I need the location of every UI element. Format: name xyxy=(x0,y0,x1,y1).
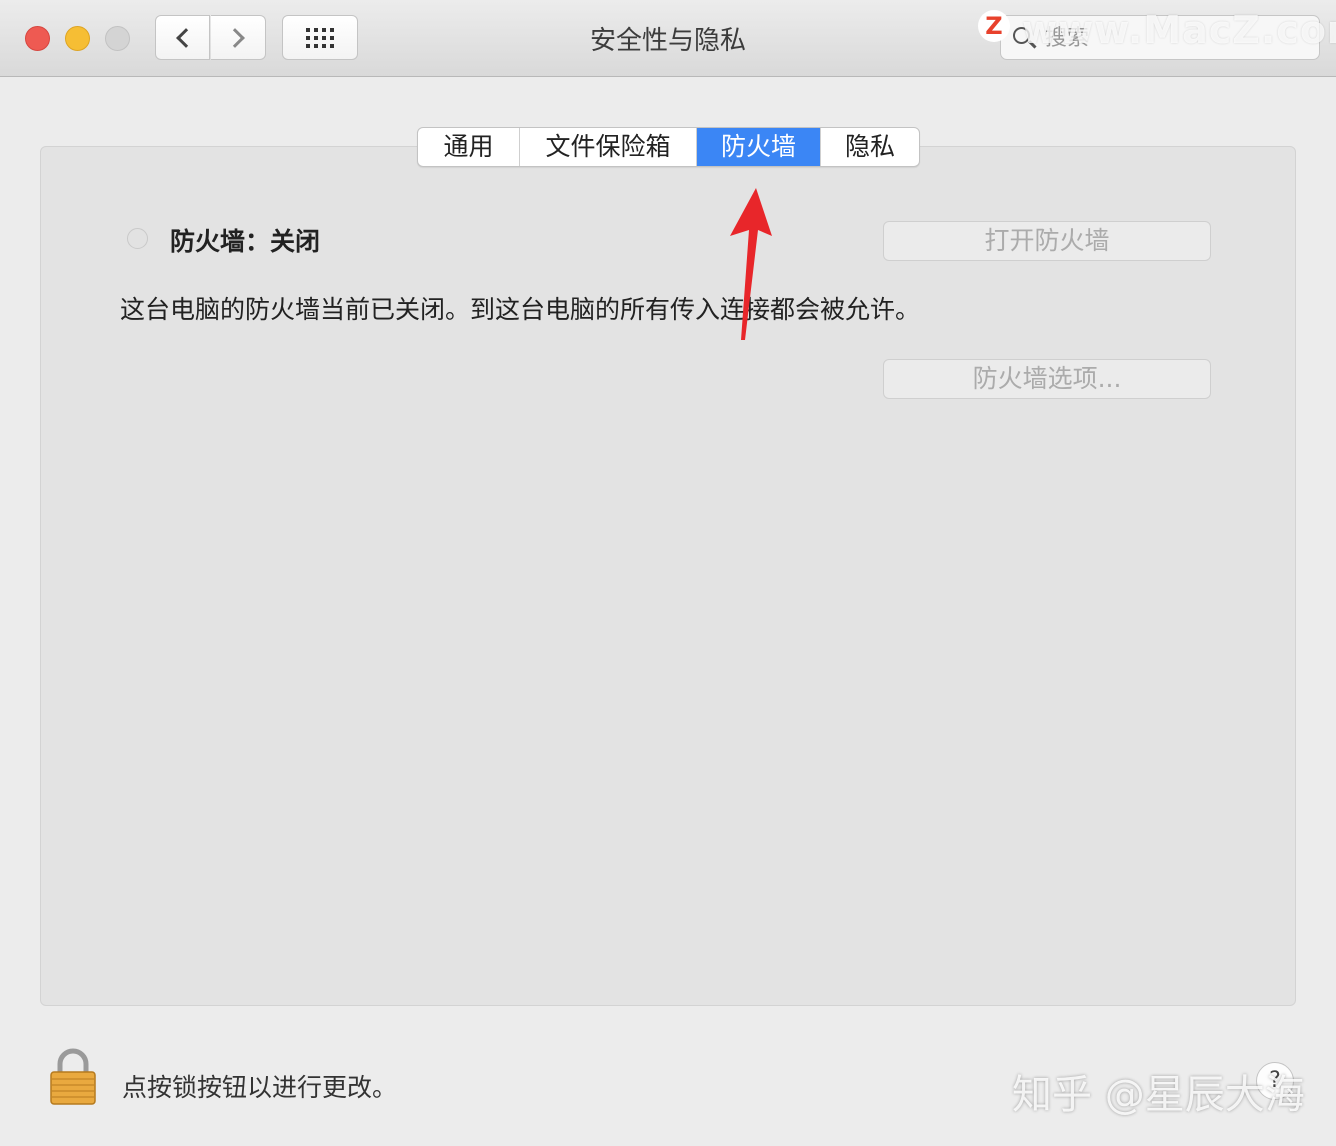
close-window-button[interactable] xyxy=(25,26,50,51)
firewall-description: 这台电脑的防火墙当前已关闭。到这台电脑的所有传入连接都会被允许。 xyxy=(120,295,921,324)
turn-on-firewall-button[interactable]: 打开防火墙 xyxy=(883,221,1211,261)
lock-hint-text: 点按锁按钮以进行更改。 xyxy=(122,1073,398,1102)
tab-firewall[interactable]: 防火墙 xyxy=(697,128,821,166)
forward-button[interactable] xyxy=(211,15,266,60)
firewall-options-button[interactable]: 防火墙选项... xyxy=(883,359,1211,399)
search-field[interactable] xyxy=(1000,15,1320,60)
content-panel xyxy=(40,146,1296,1006)
firewall-status-label: 防火墙：关闭 xyxy=(170,227,321,256)
tab-privacy[interactable]: 隐私 xyxy=(821,128,919,166)
watermark-logo: Z xyxy=(978,10,1010,42)
help-button[interactable]: ? xyxy=(1256,1062,1294,1100)
tab-bar: 通用 文件保险箱 防火墙 隐私 xyxy=(417,127,920,167)
search-icon xyxy=(1013,27,1030,44)
back-button[interactable] xyxy=(155,15,210,60)
zoom-window-button[interactable] xyxy=(105,26,130,51)
grid-icon xyxy=(306,27,334,48)
annotation-arrow-icon xyxy=(730,188,772,340)
search-input[interactable] xyxy=(1043,22,1307,54)
minimize-window-button[interactable] xyxy=(65,26,90,51)
title-bar: 安全性与隐私 Z www.MacZ.com xyxy=(0,0,1336,77)
tab-general[interactable]: 通用 xyxy=(418,128,520,166)
show-all-button[interactable] xyxy=(282,15,358,60)
firewall-status-indicator xyxy=(127,228,148,249)
tab-filevault[interactable]: 文件保险箱 xyxy=(520,128,697,166)
chevron-left-icon xyxy=(175,27,196,48)
chevron-right-icon xyxy=(225,27,245,48)
lock-icon[interactable] xyxy=(48,1048,98,1106)
